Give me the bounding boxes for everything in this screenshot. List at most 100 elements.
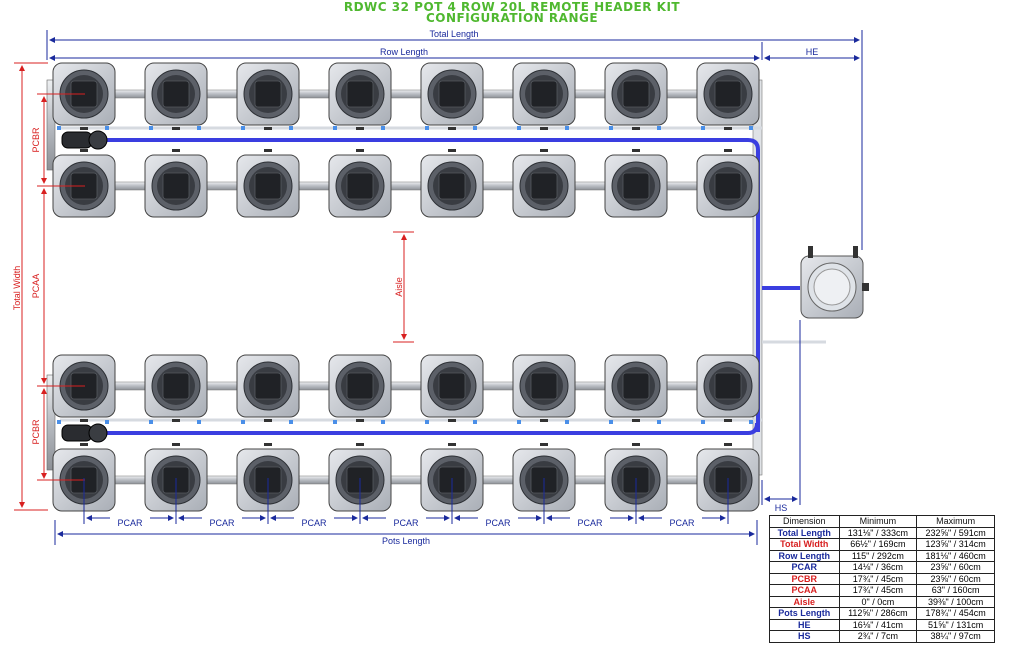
table-row: Pots Length 112⅝" / 286cm 178¾" / 454cm [769,607,995,620]
pipe-clip [57,420,61,424]
pot [512,62,576,130]
pcar-label: PCAR [117,518,143,528]
pipe-clip [57,126,61,130]
pot [328,149,392,218]
pot [52,354,116,422]
total-width-label: Total Width [12,266,22,311]
pots-length-label: Pots Length [382,536,430,546]
table-row: PCAA 17¾" / 45cm 63" / 160cm [769,584,995,597]
pipe-clip [333,126,337,130]
pot [236,354,300,422]
table-cell-max: 232⅝" / 591cm [916,526,995,539]
pipe-clip [105,126,109,130]
pot [604,354,668,422]
pcar-label: PCAR [209,518,235,528]
pipe-clip [289,126,293,130]
table-cell-name: Total Width [769,538,840,551]
pipe-clip [473,420,477,424]
table-row: Total Width 66½" / 169cm 123⅝" / 314cm [769,538,995,551]
pipe-clip [289,420,293,424]
pipe-clip [333,420,337,424]
pipe-clip [149,420,153,424]
table-cell-name: HS [769,630,840,643]
pipe-clip [517,420,521,424]
pipe-clip [425,126,429,130]
pipe-clip [657,420,661,424]
table-row: Aisle 0" / 0cm 39⅜" / 100cm [769,595,995,608]
table-cell-max: 51⅝" / 131cm [916,618,995,631]
table-cell-name: Row Length [769,549,840,562]
pump-fitting [88,130,108,150]
pot [144,62,208,130]
pot [512,354,576,422]
total-length-label: Total Length [429,29,478,39]
table-cell-max: 23⅝" / 60cm [916,561,995,574]
table-cell-min: 112⅝" / 286cm [838,607,918,620]
pipe-clip [565,420,569,424]
table-row: HE 16⅛" / 41cm 51⅝" / 131cm [769,618,995,631]
pot [52,149,116,218]
col-header-minimum: Minimum [838,515,918,528]
table-row: Row Length 115" / 292cm 181⅛" / 460cm [769,549,995,562]
pipe-clip [197,420,201,424]
row-pipes [54,89,758,485]
pipe-clip [197,126,201,130]
he-label: HE [806,47,819,57]
pot [696,62,760,130]
table-cell-max: 38¼" / 97cm [916,630,995,643]
pcar-label: PCAR [301,518,327,528]
pipe-clip [609,126,613,130]
pot [328,62,392,130]
pot [236,149,300,218]
table-row: PCAR 14⅛" / 36cm 23⅝" / 60cm [769,561,995,574]
table-cell-min: 0" / 0cm [838,595,918,608]
table-cell-min: 2¾" / 7cm [838,630,918,643]
pipe-clip [701,126,705,130]
pot [604,62,668,130]
pot [604,149,668,218]
pipe-clip [381,126,385,130]
pcar-label: PCAR [669,518,695,528]
table-cell-min: 17¾" / 45cm [838,572,918,585]
pcar-label: PCAR [577,518,603,528]
pipe-clip [517,126,521,130]
remote-header-tank [800,246,869,319]
table-cell-max: 39⅜" / 100cm [916,595,995,608]
pcbr-top-label: PCBR [31,127,41,153]
pipe-clip [657,126,661,130]
table-cell-max: 123⅝" / 314cm [916,538,995,551]
pump-valve [61,131,93,149]
table-cell-min: 115" / 292cm [838,549,918,562]
pipe-clip [565,126,569,130]
table-header-row: Dimension Minimum Maximum [769,515,995,528]
table-cell-name: HE [769,618,840,631]
table-cell-max: 63" / 160cm [916,584,995,597]
table-cell-min: 66½" / 169cm [838,538,918,551]
table-cell-max: 178¾" / 454cm [916,607,995,620]
pot-grid [52,62,760,512]
pcbr-bottom-label: PCBR [31,419,41,445]
table-row: HS 2¾" / 7cm 38¼" / 97cm [769,630,995,643]
pipe-clip [609,420,613,424]
table-cell-min: 16⅛" / 41cm [838,618,918,631]
row-length-label: Row Length [380,47,428,57]
pot [696,149,760,218]
table-cell-min: 17¾" / 45cm [838,584,918,597]
pipe-clip [749,420,753,424]
pipe-clip [473,126,477,130]
col-header-maximum: Maximum [916,515,995,528]
pipe-clip [149,126,153,130]
pump-fitting [88,423,108,443]
pipe-clip [105,420,109,424]
pot [420,62,484,130]
table-row: Total Length 131⅛" / 333cm 232⅝" / 591cm [769,526,995,539]
table-cell-max: 23⅝" / 60cm [916,572,995,585]
table-cell-min: 131⅛" / 333cm [838,526,918,539]
pot [236,62,300,130]
pot [420,354,484,422]
pcaa-label: PCAA [31,274,41,299]
dimension-range-table: Dimension Minimum Maximum Total Length 13… [769,515,995,643]
table-cell-name: Aisle [769,595,840,608]
aisle-label: Aisle [394,277,404,297]
pot [512,149,576,218]
